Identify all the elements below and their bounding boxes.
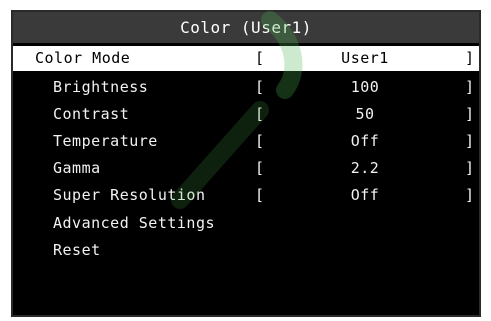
- bracket-open: [: [255, 132, 265, 150]
- menu-item-value: 2.2: [350, 159, 380, 177]
- screenshot-stage: Color (User1) Color Mode [ User1 ] Brigh…: [0, 0, 491, 321]
- bracket-close: ]: [465, 78, 475, 96]
- menu-item-label: Reset: [53, 241, 101, 259]
- bracket-close: ]: [465, 186, 475, 204]
- bracket-open: [: [255, 49, 265, 67]
- bracket-open: [: [255, 105, 265, 123]
- bracket-open: [: [255, 78, 265, 96]
- menu-item-label: Super Resolution: [53, 186, 206, 204]
- bracket-open: [: [255, 186, 265, 204]
- menu-item-super-resolution[interactable]: Super Resolution [ Off ]: [13, 183, 479, 208]
- menu-item-value: 50: [355, 105, 375, 123]
- bracket-open: [: [255, 159, 265, 177]
- menu-item-brightness[interactable]: Brightness [ 100 ]: [13, 75, 479, 100]
- menu-item-label: Advanced Settings: [53, 214, 216, 232]
- bracket-close: ]: [465, 132, 475, 150]
- menu-item-color-mode[interactable]: Color Mode [ User1 ]: [13, 46, 479, 71]
- menu-item-value: 100: [350, 78, 380, 96]
- menu-title: Color (User1): [13, 12, 479, 43]
- bracket-close: ]: [465, 159, 475, 177]
- menu-item-value: Off: [350, 132, 380, 150]
- menu-item-value: User1: [341, 49, 389, 67]
- menu-item-temperature[interactable]: Temperature [ Off ]: [13, 129, 479, 154]
- menu-item-label: Brightness: [53, 78, 149, 96]
- osd-menu-window: Color (User1) Color Mode [ User1 ] Brigh…: [11, 10, 481, 317]
- menu-item-value: Off: [350, 186, 380, 204]
- menu-item-contrast[interactable]: Contrast [ 50 ]: [13, 102, 479, 127]
- bracket-close: ]: [465, 105, 475, 123]
- menu-item-label: Color Mode: [35, 49, 131, 67]
- menu-item-reset[interactable]: Reset: [13, 238, 479, 263]
- menu-item-label: Temperature: [53, 132, 158, 150]
- menu-item-label: Gamma: [53, 159, 101, 177]
- bracket-close: ]: [465, 49, 475, 67]
- menu-item-advanced-settings[interactable]: Advanced Settings: [13, 211, 479, 236]
- menu-item-label: Contrast: [53, 105, 130, 123]
- menu-item-gamma[interactable]: Gamma [ 2.2 ]: [13, 156, 479, 181]
